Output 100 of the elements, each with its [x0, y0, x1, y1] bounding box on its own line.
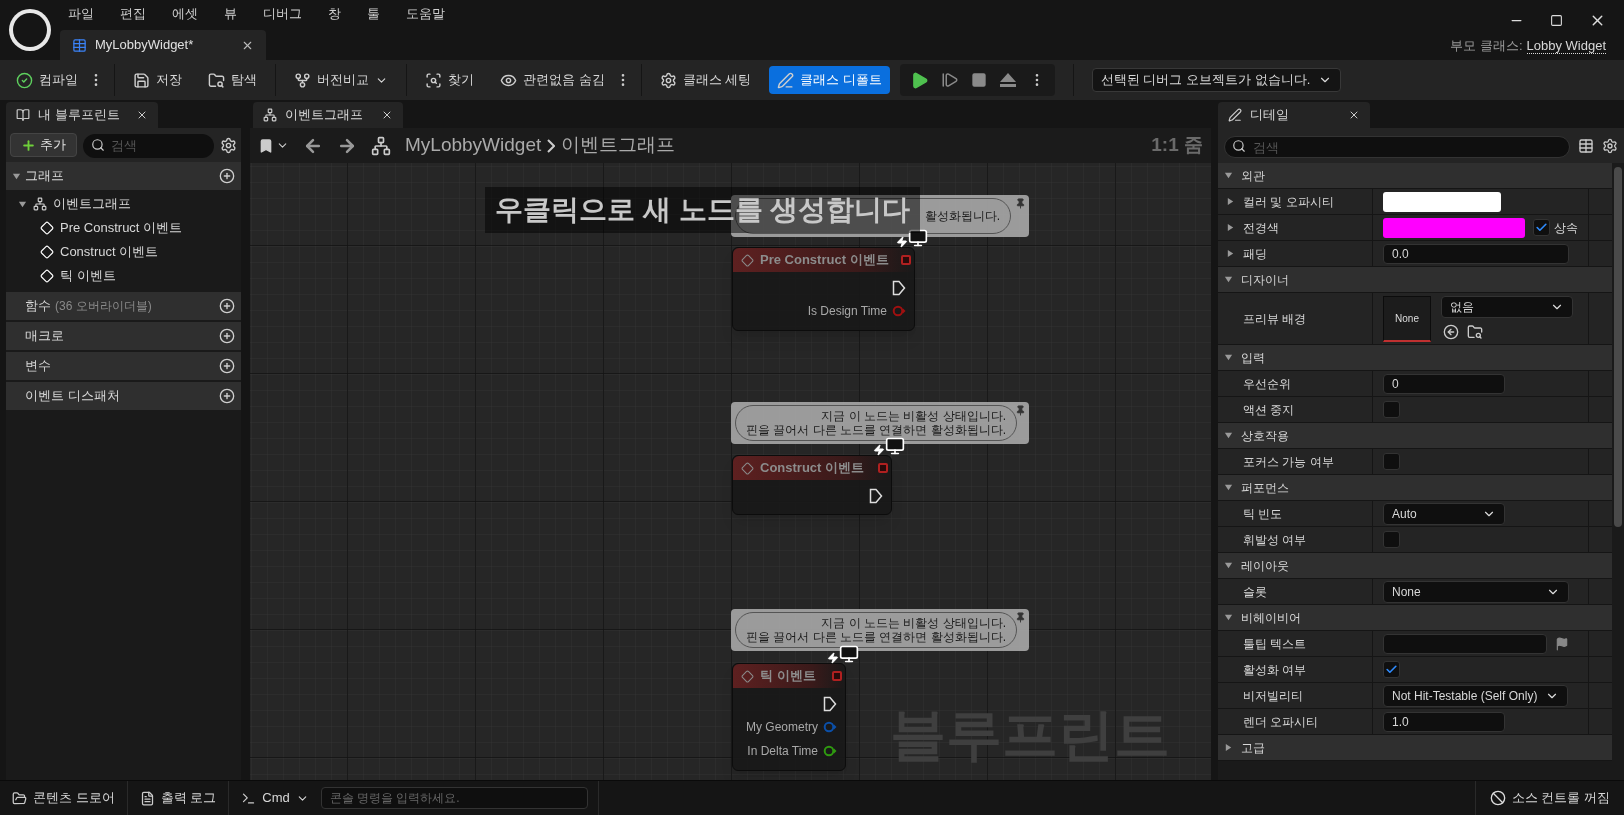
panel-tab[interactable]: 디테일 — [1218, 102, 1370, 128]
section-header[interactable]: 그래프 — [25, 166, 64, 186]
scrollbar[interactable] — [1614, 167, 1622, 527]
menu-item[interactable]: 뷰 — [224, 4, 237, 24]
toolbar-button[interactable]: 저장 — [125, 66, 190, 94]
tree-item[interactable]: Construct 이벤트 — [60, 242, 159, 262]
menu-item[interactable]: 창 — [328, 4, 341, 24]
toolbar-button[interactable]: 관련없음 숨김 — [492, 66, 613, 94]
toolbar-button[interactable]: 클래스 디폴트 — [769, 66, 890, 94]
toolbar-button[interactable]: 탐색 — [200, 66, 265, 94]
dropdown[interactable]: None — [1383, 580, 1569, 603]
category-header[interactable]: 입력 — [1241, 348, 1265, 367]
checkbox[interactable] — [1383, 661, 1400, 678]
expander-icon[interactable] — [18, 199, 27, 209]
brush-preview[interactable]: None — [1383, 295, 1431, 342]
text-field[interactable] — [1383, 633, 1547, 654]
delegate-pin-icon[interactable] — [832, 671, 842, 681]
checkbox[interactable] — [1533, 219, 1550, 236]
checkbox[interactable] — [1383, 401, 1400, 418]
data-pin-icon[interactable] — [823, 745, 837, 757]
category-header[interactable]: 비헤이비어 — [1241, 608, 1301, 627]
console-input[interactable]: 콘솔 명령을 입력하세요. — [320, 787, 588, 809]
menu-item[interactable]: 파일 — [68, 4, 94, 24]
expander-icon[interactable] — [1224, 613, 1233, 622]
panel-tab[interactable]: 내 블루프린트 — [6, 102, 158, 128]
dropdown[interactable]: 없음 — [1441, 295, 1573, 318]
parent-class-link[interactable]: Lobby Widget — [1526, 37, 1606, 54]
menu-item[interactable]: 도움말 — [406, 4, 445, 24]
toolbar-button[interactable]: 찾기 — [417, 66, 482, 94]
step-icon[interactable] — [940, 71, 959, 89]
number-field[interactable]: 0 — [1383, 373, 1505, 394]
section-header[interactable]: 함수 — [25, 296, 51, 316]
search-field[interactable]: 검색 — [1224, 136, 1570, 158]
exec-pin-icon[interactable] — [823, 696, 837, 712]
dropdown[interactable]: Auto — [1383, 502, 1505, 525]
content-drawer-button[interactable]: 콘텐츠 드로어 — [0, 781, 127, 815]
pin-icon[interactable] — [1015, 198, 1026, 209]
search-field[interactable]: 검색 — [83, 133, 214, 158]
folder-search-icon[interactable] — [1467, 323, 1483, 340]
add-icon[interactable] — [219, 388, 235, 404]
category-header[interactable]: 레이아웃 — [1241, 556, 1289, 575]
add-icon[interactable] — [219, 298, 235, 314]
toolbar-dropdown[interactable]: 버전비교 — [286, 66, 396, 94]
category-header[interactable]: 외관 — [1241, 166, 1265, 185]
menu-item[interactable]: 에셋 — [172, 4, 198, 24]
section-header[interactable]: 변수 — [25, 356, 51, 376]
section-header[interactable]: 매크로 — [25, 326, 64, 346]
add-icon[interactable] — [219, 328, 235, 344]
expander-icon[interactable] — [1224, 743, 1233, 752]
close-icon[interactable] — [1348, 109, 1360, 121]
tree-item[interactable]: 이벤트그래프 — [53, 194, 131, 214]
expander-icon[interactable] — [1224, 561, 1233, 570]
close-icon[interactable] — [136, 109, 148, 121]
delegate-pin-icon[interactable] — [901, 255, 911, 265]
color-swatch[interactable] — [1383, 191, 1501, 212]
pin-icon[interactable] — [1015, 405, 1026, 416]
add-button[interactable]: 추가 — [10, 133, 77, 157]
category-header[interactable]: 퍼포먼스 — [1241, 478, 1289, 497]
panel-tab[interactable]: 이벤트그래프 — [253, 102, 403, 128]
expander-icon[interactable] — [1224, 171, 1233, 180]
delegate-pin-icon[interactable] — [878, 463, 888, 473]
category-header[interactable]: 상호작용 — [1241, 426, 1289, 445]
cmd-dropdown[interactable]: Cmd — [229, 781, 321, 815]
breadcrumb-item[interactable]: MyLobbyWidget — [405, 131, 542, 160]
event-node[interactable]: Construct 이벤트 — [732, 455, 892, 515]
debug-object-dropdown[interactable]: 선택된 디버그 오브젝트가 없습니다. — [1091, 68, 1342, 92]
close-icon[interactable] — [381, 109, 393, 121]
expander-icon[interactable] — [1226, 249, 1235, 258]
expander-icon[interactable] — [12, 171, 21, 181]
expander-icon[interactable] — [1224, 353, 1233, 362]
toolbar-button[interactable]: 클래스 세팅 — [651, 66, 760, 94]
category-header[interactable]: 고급 — [1241, 738, 1265, 757]
number-field[interactable]: 1.0 — [1383, 711, 1505, 732]
maximize-icon[interactable] — [1550, 13, 1563, 27]
number-field[interactable]: 0.0 — [1383, 243, 1569, 264]
breadcrumb-item[interactable]: 이벤트그래프 — [561, 131, 676, 160]
settings-icon[interactable] — [1602, 137, 1618, 154]
source-control-button[interactable]: 소스 컨트롤 꺼짐 — [1475, 781, 1624, 815]
stop-icon[interactable] — [970, 72, 987, 88]
settings-icon[interactable] — [220, 136, 237, 154]
checkbox[interactable] — [1383, 453, 1400, 470]
menu-item[interactable]: 편집 — [120, 4, 146, 24]
flag-icon[interactable] — [1555, 636, 1569, 651]
exec-pin-icon[interactable] — [892, 280, 906, 296]
menu-item[interactable]: 툴 — [367, 4, 380, 24]
output-log-button[interactable]: 출력 로그 — [127, 781, 229, 815]
add-icon[interactable] — [219, 168, 235, 184]
color-swatch[interactable] — [1383, 217, 1525, 238]
expander-icon[interactable] — [1224, 275, 1233, 284]
event-node[interactable]: 틱 이벤트 My Geometry In Delta Time — [732, 663, 846, 771]
tree-item[interactable]: Pre Construct 이벤트 — [60, 218, 183, 238]
logo-icon[interactable] — [9, 9, 51, 51]
event-node[interactable]: Pre Construct 이벤트 Is Design Time — [732, 247, 915, 331]
menu-item[interactable]: 디버그 — [263, 4, 302, 24]
exec-pin-icon[interactable] — [869, 488, 883, 504]
expander-icon[interactable] — [1226, 197, 1235, 206]
bookmark-icon[interactable] — [258, 137, 274, 154]
checkbox[interactable] — [1383, 531, 1400, 548]
toolbar-button[interactable]: 컴파일 — [8, 66, 86, 94]
category-header[interactable]: 디자이너 — [1241, 270, 1289, 289]
